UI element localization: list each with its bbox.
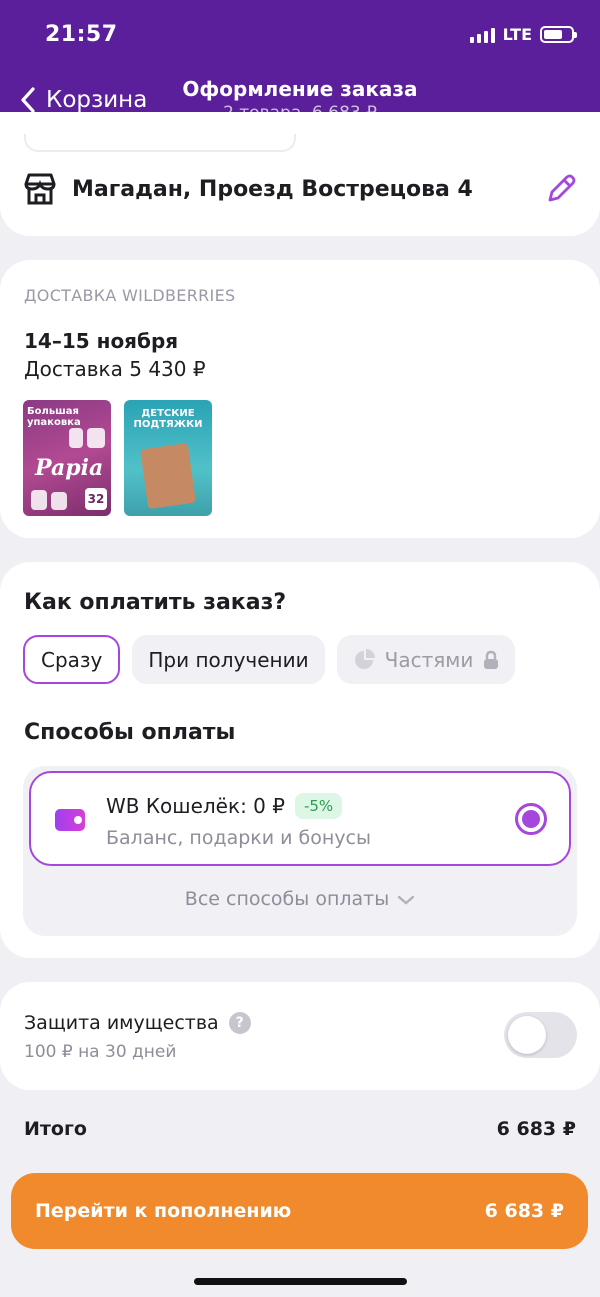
- product-count: 32: [85, 488, 107, 510]
- wallet-icon: [55, 809, 85, 831]
- pencil-icon[interactable]: [544, 172, 578, 206]
- protection-title: Защита имущества: [24, 1012, 219, 1034]
- back-label: Корзина: [46, 87, 148, 113]
- product-badge: ДЕТСКИЕ ПОДТЯЖКИ: [133, 408, 203, 430]
- lock-icon: [484, 650, 499, 669]
- product-image: [140, 442, 196, 510]
- battery-icon: [540, 26, 577, 43]
- delivery-section-label: ДОСТАВКА WILDBERRIES: [24, 286, 236, 305]
- delivery-address: Магадан, Проезд Вострецова 4: [72, 176, 473, 202]
- product-brand: Papia: [35, 455, 104, 481]
- proceed-to-top-up-button[interactable]: Перейти к пополнению 6 683 ₽: [11, 1173, 588, 1249]
- wallet-subtitle: Баланс, подарки и бонусы: [106, 827, 372, 849]
- address-tabs-edge: [24, 134, 296, 152]
- product-badge: Большая упаковка: [27, 406, 81, 428]
- payment-option-label: При получении: [148, 647, 309, 672]
- protection-title-row: Защита имущества ?: [24, 1012, 251, 1034]
- pie-chart-icon: [354, 648, 375, 669]
- payment-option-label: Сразу: [41, 647, 103, 672]
- wallet-title: WB Кошелёк: 0 ₽: [106, 794, 285, 818]
- address-card: Магадан, Проезд Вострецова 4: [0, 112, 600, 236]
- cta-amount: 6 683 ₽: [484, 1200, 564, 1222]
- delivery-price: Доставка 5 430 ₽: [24, 357, 206, 381]
- chevron-left-icon: [21, 87, 35, 113]
- cta-label: Перейти к пополнению: [35, 1200, 292, 1222]
- network-type: LTE: [502, 25, 532, 44]
- delivery-dates: 14–15 ноября: [24, 329, 179, 353]
- protection-subtitle: 100 ₽ на 30 дней: [24, 1042, 177, 1062]
- status-time: 21:57: [45, 22, 118, 47]
- help-icon[interactable]: ?: [228, 1012, 251, 1034]
- payment-options: Сразу При получении Частями: [23, 635, 516, 684]
- chevron-down-icon: [398, 895, 415, 905]
- product-thumbnail-papia[interactable]: Большая упаковка Papia 32: [23, 400, 111, 516]
- payment-option-installments[interactable]: Частями: [336, 635, 516, 684]
- status-indicators: LTE: [469, 25, 577, 44]
- payment-option-label: Частями: [384, 647, 474, 672]
- back-button[interactable]: Корзина: [18, 86, 147, 114]
- all-payment-methods-toggle[interactable]: Все способы оплаты: [23, 888, 577, 910]
- payment-option-now[interactable]: Сразу: [23, 635, 121, 684]
- payment-methods-title: Способы оплаты: [24, 720, 236, 745]
- product-thumbnail-suspenders[interactable]: ДЕТСКИЕ ПОДТЯЖКИ: [124, 400, 212, 516]
- store-icon: [24, 173, 56, 205]
- payment-title: Как оплатить заказ?: [24, 590, 287, 615]
- signal-icon: [469, 27, 495, 43]
- address-row[interactable]: Магадан, Проезд Вострецова 4: [22, 172, 578, 206]
- discount-badge: -5%: [294, 793, 343, 819]
- home-indicator[interactable]: [194, 1278, 407, 1285]
- total-value: 6 683 ₽: [496, 1118, 576, 1140]
- payment-option-on-receipt[interactable]: При получении: [132, 635, 325, 684]
- wallet-title-row: WB Кошелёк: 0 ₽ -5%: [106, 793, 343, 819]
- all-methods-label: Все способы оплаты: [184, 888, 390, 910]
- total-label: Итого: [24, 1118, 87, 1140]
- wallet-payment-option[interactable]: WB Кошелёк: 0 ₽ -5% Баланс, подарки и бо…: [29, 771, 571, 866]
- wallet-radio[interactable]: [515, 803, 547, 835]
- protection-toggle[interactable]: [504, 1012, 577, 1058]
